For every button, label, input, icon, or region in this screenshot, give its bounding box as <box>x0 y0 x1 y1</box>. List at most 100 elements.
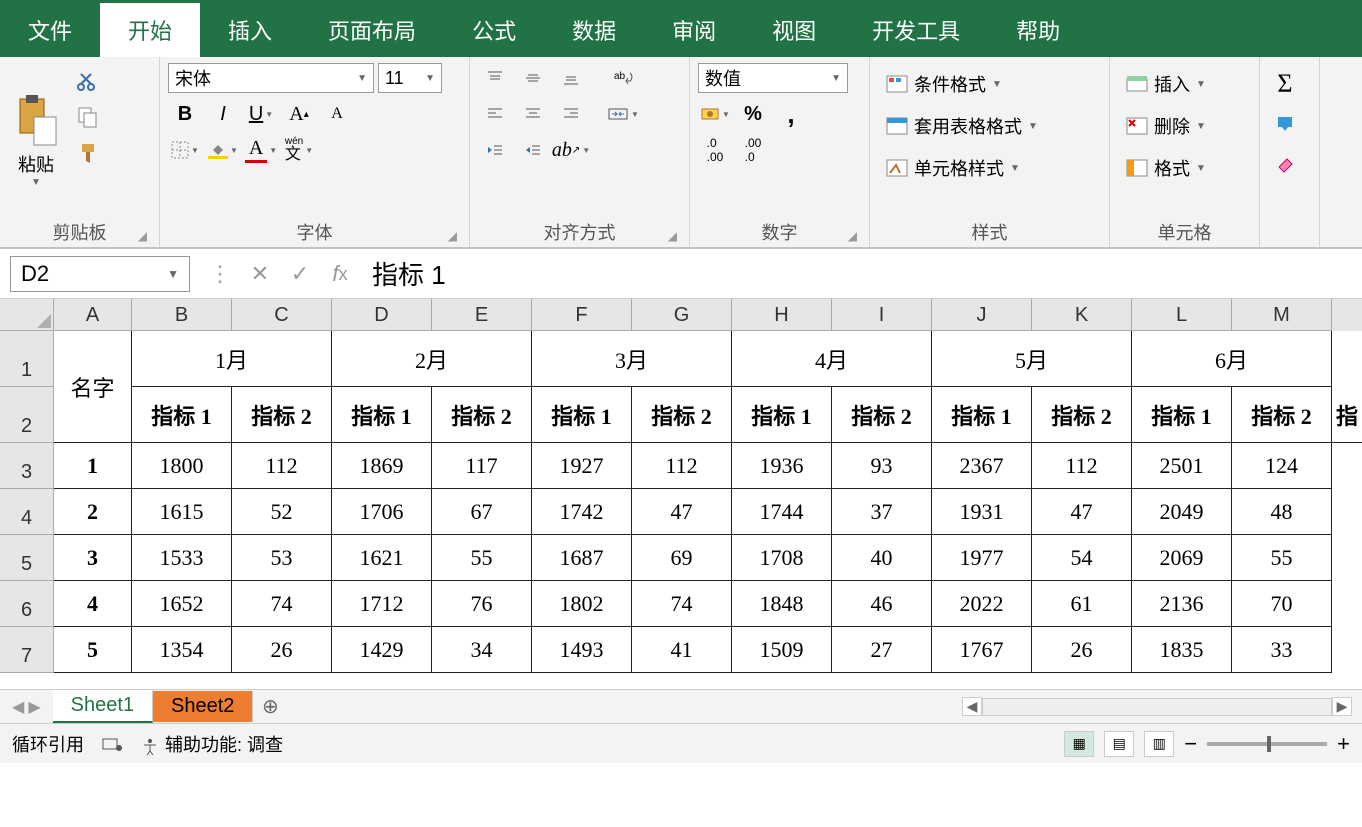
cell-r3-c6[interactable]: 112 <box>632 443 732 489</box>
phonetic-button[interactable]: wén文▼ <box>282 135 316 165</box>
conditional-format-button[interactable]: 条件格式▼ <box>878 67 1101 101</box>
table-format-button[interactable]: 套用表格格式▼ <box>878 109 1101 143</box>
sheet-tab-1[interactable]: Sheet1 <box>53 690 153 723</box>
cell-r5-c12[interactable]: 55 <box>1232 535 1332 581</box>
cell-r3-c0[interactable]: 1 <box>54 443 132 489</box>
clear-button[interactable] <box>1268 149 1302 179</box>
align-middle-button[interactable] <box>516 63 550 93</box>
cell-r5-c6[interactable]: 69 <box>632 535 732 581</box>
cell-r6-c9[interactable]: 2022 <box>932 581 1032 627</box>
clipboard-launcher[interactable]: ◢ <box>138 229 147 243</box>
font-name-combo[interactable]: 宋体▼ <box>168 63 374 93</box>
cell-r5-c2[interactable]: 53 <box>232 535 332 581</box>
sheet-nav-prev[interactable]: ◀ <box>12 697 24 717</box>
cell-r4-c9[interactable]: 1931 <box>932 489 1032 535</box>
cell-r4-c5[interactable]: 1742 <box>532 489 632 535</box>
cell-r4-c2[interactable]: 52 <box>232 489 332 535</box>
row-header-5[interactable]: 5 <box>0 535 54 581</box>
cell-r5-c10[interactable]: 54 <box>1032 535 1132 581</box>
shrink-font-button[interactable]: A <box>320 99 354 129</box>
orientation-button[interactable]: ab↗▼ <box>554 135 588 165</box>
tab-review[interactable]: 审阅 <box>644 3 744 57</box>
fill-color-button[interactable]: ▼ <box>206 135 240 165</box>
cell-r6-c7[interactable]: 1848 <box>732 581 832 627</box>
col-header-B[interactable]: B <box>132 299 232 331</box>
cell-r6-c3[interactable]: 1712 <box>332 581 432 627</box>
align-center-button[interactable] <box>516 99 550 129</box>
cell-subheader-2[interactable]: 指标 2 <box>232 387 332 443</box>
tab-insert[interactable]: 插入 <box>200 3 300 57</box>
cell-r4-c6[interactable]: 47 <box>632 489 732 535</box>
insert-cells-button[interactable]: 插入▼ <box>1118 67 1251 101</box>
cell-r5-c4[interactable]: 55 <box>432 535 532 581</box>
cell-subheader-7[interactable]: 指标 1 <box>732 387 832 443</box>
tab-view[interactable]: 视图 <box>744 3 844 57</box>
cell-r7-c5[interactable]: 1493 <box>532 627 632 673</box>
cell-r6-c12[interactable]: 70 <box>1232 581 1332 627</box>
view-page-break-button[interactable]: ▥ <box>1144 731 1174 757</box>
cell-r3-c1[interactable]: 1800 <box>132 443 232 489</box>
wrap-text-button[interactable]: ab <box>606 63 640 93</box>
cell-month-3[interactable]: 3月 <box>532 331 732 387</box>
decrease-decimal-button[interactable]: .00.0 <box>736 135 770 165</box>
tab-help[interactable]: 帮助 <box>988 3 1088 57</box>
cell-r5-c9[interactable]: 1977 <box>932 535 1032 581</box>
align-bottom-button[interactable] <box>554 63 588 93</box>
cell-r7-c9[interactable]: 1767 <box>932 627 1032 673</box>
accessibility-status[interactable]: 辅助功能: 调查 <box>140 731 283 757</box>
hscroll-right[interactable]: ▶ <box>1332 697 1352 716</box>
formula-input[interactable] <box>360 258 1362 289</box>
cell-partial-header[interactable]: 指 <box>1332 387 1362 443</box>
col-header-L[interactable]: L <box>1132 299 1232 331</box>
underline-button[interactable]: U▼ <box>244 99 278 129</box>
cell-r7-c6[interactable]: 41 <box>632 627 732 673</box>
autosum-button[interactable]: Σ <box>1268 69 1302 99</box>
cell-r7-c10[interactable]: 26 <box>1032 627 1132 673</box>
cell-r6-c8[interactable]: 46 <box>832 581 932 627</box>
col-header-F[interactable]: F <box>532 299 632 331</box>
grid[interactable]: 名字1月2月3月4月5月6月指标 1指标 2指标 1指标 2指标 1指标 2指标… <box>54 331 1362 673</box>
cell-subheader-9[interactable]: 指标 1 <box>932 387 1032 443</box>
cell-r4-c4[interactable]: 67 <box>432 489 532 535</box>
cell-r6-c6[interactable]: 74 <box>632 581 732 627</box>
merge-center-button[interactable]: ▼ <box>606 99 640 129</box>
cell-r7-c4[interactable]: 34 <box>432 627 532 673</box>
cut-button[interactable] <box>74 67 102 95</box>
cell-r4-c3[interactable]: 1706 <box>332 489 432 535</box>
insert-function-button[interactable]: fx <box>320 261 360 287</box>
font-launcher[interactable]: ◢ <box>448 229 457 243</box>
cell-r3-c9[interactable]: 2367 <box>932 443 1032 489</box>
cell-r4-c1[interactable]: 1615 <box>132 489 232 535</box>
cell-subheader-1[interactable]: 指标 1 <box>132 387 232 443</box>
italic-button[interactable]: I <box>206 99 240 129</box>
formula-bar-dots[interactable]: ⋮ <box>200 261 240 287</box>
view-normal-button[interactable]: ▦ <box>1064 731 1094 757</box>
macro-record-icon[interactable] <box>102 736 122 752</box>
cell-month-6[interactable]: 6月 <box>1132 331 1332 387</box>
bold-button[interactable]: B <box>168 99 202 129</box>
tab-page-layout[interactable]: 页面布局 <box>300 3 444 57</box>
align-launcher[interactable]: ◢ <box>668 229 677 243</box>
decrease-indent-button[interactable] <box>478 135 512 165</box>
row-header-1[interactable]: 1 <box>0 331 54 387</box>
cell-r7-c12[interactable]: 33 <box>1232 627 1332 673</box>
cell-r7-c1[interactable]: 1354 <box>132 627 232 673</box>
cell-r6-c4[interactable]: 76 <box>432 581 532 627</box>
row-header-7[interactable]: 7 <box>0 627 54 673</box>
cell-r3-c8[interactable]: 93 <box>832 443 932 489</box>
col-header-E[interactable]: E <box>432 299 532 331</box>
cell-r4-c10[interactable]: 47 <box>1032 489 1132 535</box>
borders-button[interactable]: ▼ <box>168 135 202 165</box>
cell-r7-c0[interactable]: 5 <box>54 627 132 673</box>
cell-r7-c3[interactable]: 1429 <box>332 627 432 673</box>
row-header-6[interactable]: 6 <box>0 581 54 627</box>
col-header-J[interactable]: J <box>932 299 1032 331</box>
cell-subheader-10[interactable]: 指标 2 <box>1032 387 1132 443</box>
format-painter-button[interactable] <box>74 139 102 167</box>
format-cells-button[interactable]: 格式▼ <box>1118 151 1251 185</box>
cell-month-1[interactable]: 1月 <box>132 331 332 387</box>
cell-r5-c11[interactable]: 2069 <box>1132 535 1232 581</box>
font-size-combo[interactable]: 11▼ <box>378 63 442 93</box>
tab-data[interactable]: 数据 <box>544 3 644 57</box>
font-color-button[interactable]: A▼ <box>244 135 278 165</box>
